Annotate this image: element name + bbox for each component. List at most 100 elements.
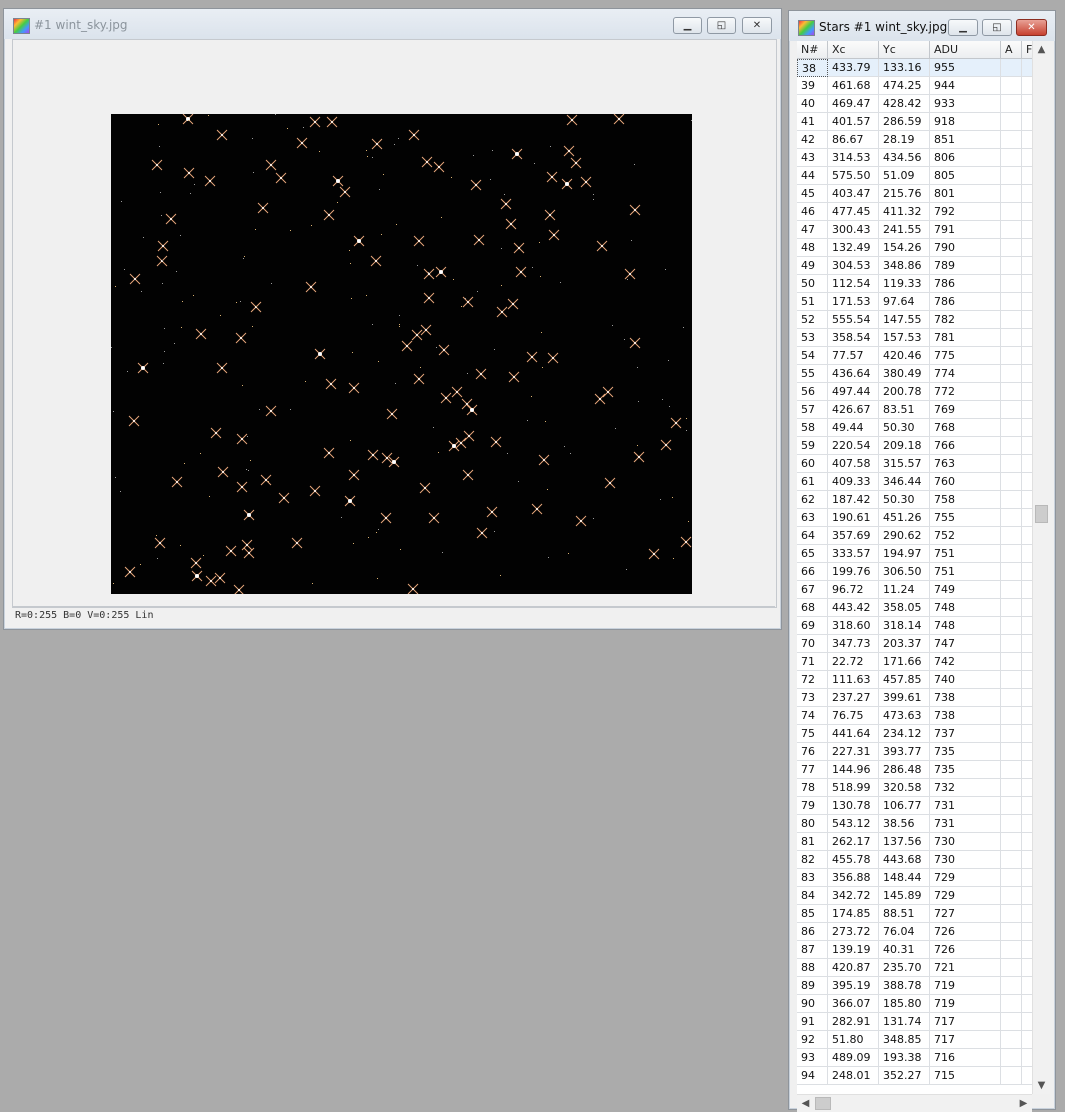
column-header-0[interactable]: N# — [797, 41, 828, 59]
column-header-1[interactable]: Xc — [828, 41, 879, 59]
table-row[interactable]: 49 304.53 348.86 789 — [797, 257, 1032, 275]
table-row[interactable]: 84 342.72 145.89 729 — [797, 887, 1032, 905]
table-row[interactable]: 52 555.54 147.55 782 — [797, 311, 1032, 329]
table-row[interactable]: 57 426.67 83.51 769 — [797, 401, 1032, 419]
faint-star — [203, 555, 204, 556]
table-row[interactable]: 41 401.57 286.59 918 — [797, 113, 1032, 131]
table-cell — [1001, 95, 1022, 113]
table-row[interactable]: 62 187.42 50.30 758 — [797, 491, 1032, 509]
table-row[interactable]: 54 77.57 420.46 775 — [797, 347, 1032, 365]
table-row[interactable]: 43 314.53 434.56 806 — [797, 149, 1032, 167]
scroll-down-arrow[interactable]: ▼ — [1033, 1077, 1050, 1094]
table-cell — [1001, 1031, 1022, 1049]
table-row[interactable]: 50 112.54 119.33 786 — [797, 275, 1032, 293]
horizontal-scrollbar[interactable]: ◀ ▶ — [797, 1094, 1032, 1112]
table-row[interactable]: 70 347.73 203.37 747 — [797, 635, 1032, 653]
stars-window-titlebar[interactable]: Stars #1 wint_sky.jpg ... ▁ ◱ ✕ — [789, 11, 1055, 41]
sky-image[interactable] — [111, 114, 692, 594]
table-row[interactable]: 46 477.45 411.32 792 — [797, 203, 1032, 221]
table-row[interactable]: 87 139.19 40.31 726 — [797, 941, 1032, 959]
table-row[interactable]: 91 282.91 131.74 717 — [797, 1013, 1032, 1031]
star-marker — [344, 495, 356, 507]
palette-icon[interactable] — [798, 20, 815, 36]
table-row[interactable]: 67 96.72 11.24 749 — [797, 581, 1032, 599]
table-row[interactable]: 53 358.54 157.53 781 — [797, 329, 1032, 347]
table-cell: 420.46 — [879, 347, 930, 365]
table-row[interactable]: 73 237.27 399.61 738 — [797, 689, 1032, 707]
table-row[interactable]: 42 86.67 28.19 851 — [797, 131, 1032, 149]
table-row[interactable]: 65 333.57 194.97 751 — [797, 545, 1032, 563]
table-row[interactable]: 74 76.75 473.63 738 — [797, 707, 1032, 725]
table-row[interactable]: 51 171.53 97.64 786 — [797, 293, 1032, 311]
table-row[interactable]: 71 22.72 171.66 742 — [797, 653, 1032, 671]
palette-icon[interactable] — [13, 18, 30, 34]
vertical-scroll-thumb[interactable] — [1035, 505, 1048, 523]
table-row[interactable]: 66 199.76 306.50 751 — [797, 563, 1032, 581]
table-row[interactable]: 86 273.72 76.04 726 — [797, 923, 1032, 941]
table-cell: 38.56 — [879, 815, 930, 833]
column-header-5[interactable]: F — [1022, 41, 1032, 59]
faint-star — [159, 146, 160, 147]
table-row[interactable]: 94 248.01 352.27 715 — [797, 1067, 1032, 1085]
table-row[interactable]: 80 543.12 38.56 731 — [797, 815, 1032, 833]
minimize-button[interactable]: ▁ — [948, 19, 978, 36]
scroll-right-arrow[interactable]: ▶ — [1015, 1095, 1032, 1112]
table-row[interactable]: 72 111.63 457.85 740 — [797, 671, 1032, 689]
table-row[interactable]: 89 395.19 388.78 719 — [797, 977, 1032, 995]
table-row[interactable]: 56 497.44 200.78 772 — [797, 383, 1032, 401]
vertical-scrollbar[interactable]: ▲ ▼ — [1032, 41, 1050, 1094]
table-row[interactable]: 40 469.47 428.42 933 — [797, 95, 1032, 113]
table-row[interactable]: 38 433.79 133.16 955 — [797, 59, 1032, 77]
scroll-up-arrow[interactable]: ▲ — [1033, 41, 1050, 58]
star-marker — [451, 386, 463, 398]
table-row[interactable]: 75 441.64 234.12 737 — [797, 725, 1032, 743]
table-row[interactable]: 45 403.47 215.76 801 — [797, 185, 1032, 203]
table-row[interactable]: 61 409.33 346.44 760 — [797, 473, 1032, 491]
scroll-left-arrow[interactable]: ◀ — [797, 1095, 814, 1112]
table-row[interactable]: 85 174.85 88.51 727 — [797, 905, 1032, 923]
table-cell: 55 — [797, 365, 828, 383]
table-cell — [1022, 995, 1032, 1013]
maximize-button[interactable]: ◱ — [982, 19, 1012, 36]
minimize-button[interactable]: ▁ — [673, 17, 702, 34]
table-row[interactable]: 47 300.43 241.55 791 — [797, 221, 1032, 239]
table-row[interactable]: 78 518.99 320.58 732 — [797, 779, 1032, 797]
table-row[interactable]: 93 489.09 193.38 716 — [797, 1049, 1032, 1067]
table-cell — [1022, 293, 1032, 311]
column-header-4[interactable]: A — [1001, 41, 1022, 59]
table-row[interactable]: 92 51.80 348.85 717 — [797, 1031, 1032, 1049]
table-cell: 766 — [930, 437, 1001, 455]
table-row[interactable]: 79 130.78 106.77 731 — [797, 797, 1032, 815]
table-row[interactable]: 64 357.69 290.62 752 — [797, 527, 1032, 545]
maximize-button[interactable]: ◱ — [707, 17, 736, 34]
table-row[interactable]: 90 366.07 185.80 719 — [797, 995, 1032, 1013]
table-row[interactable]: 58 49.44 50.30 768 — [797, 419, 1032, 437]
column-header-3[interactable]: ADU — [930, 41, 1001, 59]
table-row[interactable]: 48 132.49 154.26 790 — [797, 239, 1032, 257]
table-row[interactable]: 55 436.64 380.49 774 — [797, 365, 1032, 383]
table-row[interactable]: 76 227.31 393.77 735 — [797, 743, 1032, 761]
table-row[interactable]: 81 262.17 137.56 730 — [797, 833, 1032, 851]
horizontal-scroll-thumb[interactable] — [815, 1097, 831, 1110]
table-cell: 314.53 — [828, 149, 879, 167]
table-cell — [1001, 473, 1022, 491]
table-row[interactable]: 82 455.78 443.68 730 — [797, 851, 1032, 869]
close-button[interactable]: ✕ — [1016, 19, 1047, 36]
table-row[interactable]: 68 443.42 358.05 748 — [797, 599, 1032, 617]
faint-star — [378, 361, 379, 362]
close-button[interactable]: ✕ — [742, 17, 772, 34]
table-row[interactable]: 77 144.96 286.48 735 — [797, 761, 1032, 779]
table-row[interactable]: 60 407.58 315.57 763 — [797, 455, 1032, 473]
stars-table[interactable]: N# Xc Yc ADU A F 38 433.79 133.16 955 39 461.68 474… — [797, 41, 1032, 1094]
table-row[interactable]: 44 575.50 51.09 805 — [797, 167, 1032, 185]
table-row[interactable]: 39 461.68 474.25 944 — [797, 77, 1032, 95]
table-row[interactable]: 63 190.61 451.26 755 — [797, 509, 1032, 527]
faint-star — [518, 481, 519, 482]
table-row[interactable]: 83 356.88 148.44 729 — [797, 869, 1032, 887]
table-row[interactable]: 88 420.87 235.70 721 — [797, 959, 1032, 977]
column-header-2[interactable]: Yc — [879, 41, 930, 59]
table-row[interactable]: 69 318.60 318.14 748 — [797, 617, 1032, 635]
table-row[interactable]: 59 220.54 209.18 766 — [797, 437, 1032, 455]
image-window-titlebar[interactable]: #1 wint_sky.jpg ▁ ◱ ✕ — [4, 9, 781, 39]
table-cell: 357.69 — [828, 527, 879, 545]
